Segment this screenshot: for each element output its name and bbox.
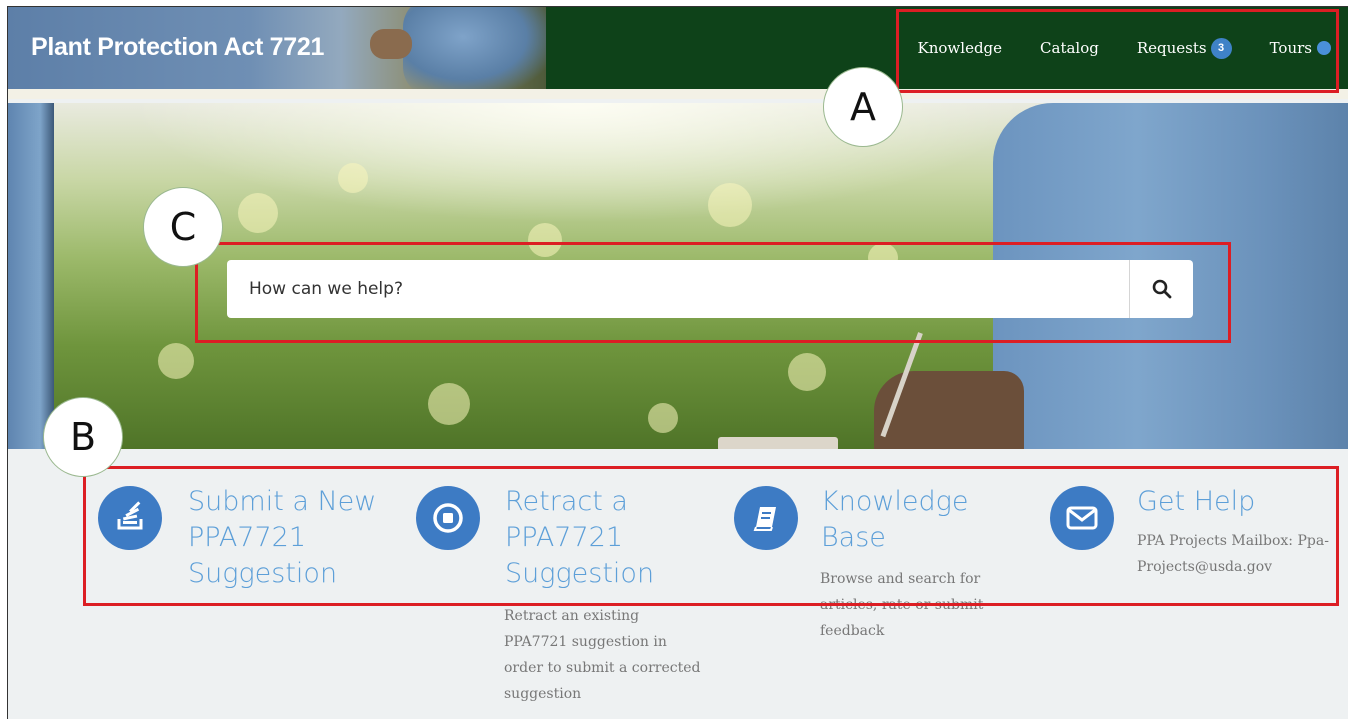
- annotation-box-b: [83, 466, 1339, 606]
- hero-bokeh: [788, 353, 826, 391]
- callout-b: B: [43, 397, 123, 477]
- banner-photo: [403, 7, 546, 89]
- portal-page: Plant Protection Act 7721 Knowledge Cata…: [7, 6, 1348, 719]
- hero-bokeh: [428, 383, 470, 425]
- brand-banner[interactable]: Plant Protection Act 7721: [8, 7, 546, 89]
- hero-bokeh: [338, 163, 368, 193]
- hero-bokeh: [708, 183, 752, 227]
- hero-clipboard: [718, 437, 838, 449]
- banner-photo-hand: [370, 29, 412, 59]
- hero-photo-edge: [8, 103, 54, 449]
- annotation-box-c: [195, 242, 1231, 343]
- card-desc-retract: Retract an existing PPA7721 suggestion i…: [504, 608, 701, 702]
- hero-bokeh: [158, 343, 194, 379]
- annotation-box-a: [896, 9, 1339, 93]
- site-title[interactable]: Plant Protection Act 7721: [31, 33, 324, 62]
- hero-farmer-hand: [874, 371, 1024, 449]
- hero-bokeh: [648, 403, 678, 433]
- callout-c: C: [143, 187, 223, 267]
- hero-bokeh: [238, 193, 278, 233]
- callout-a: A: [823, 67, 903, 147]
